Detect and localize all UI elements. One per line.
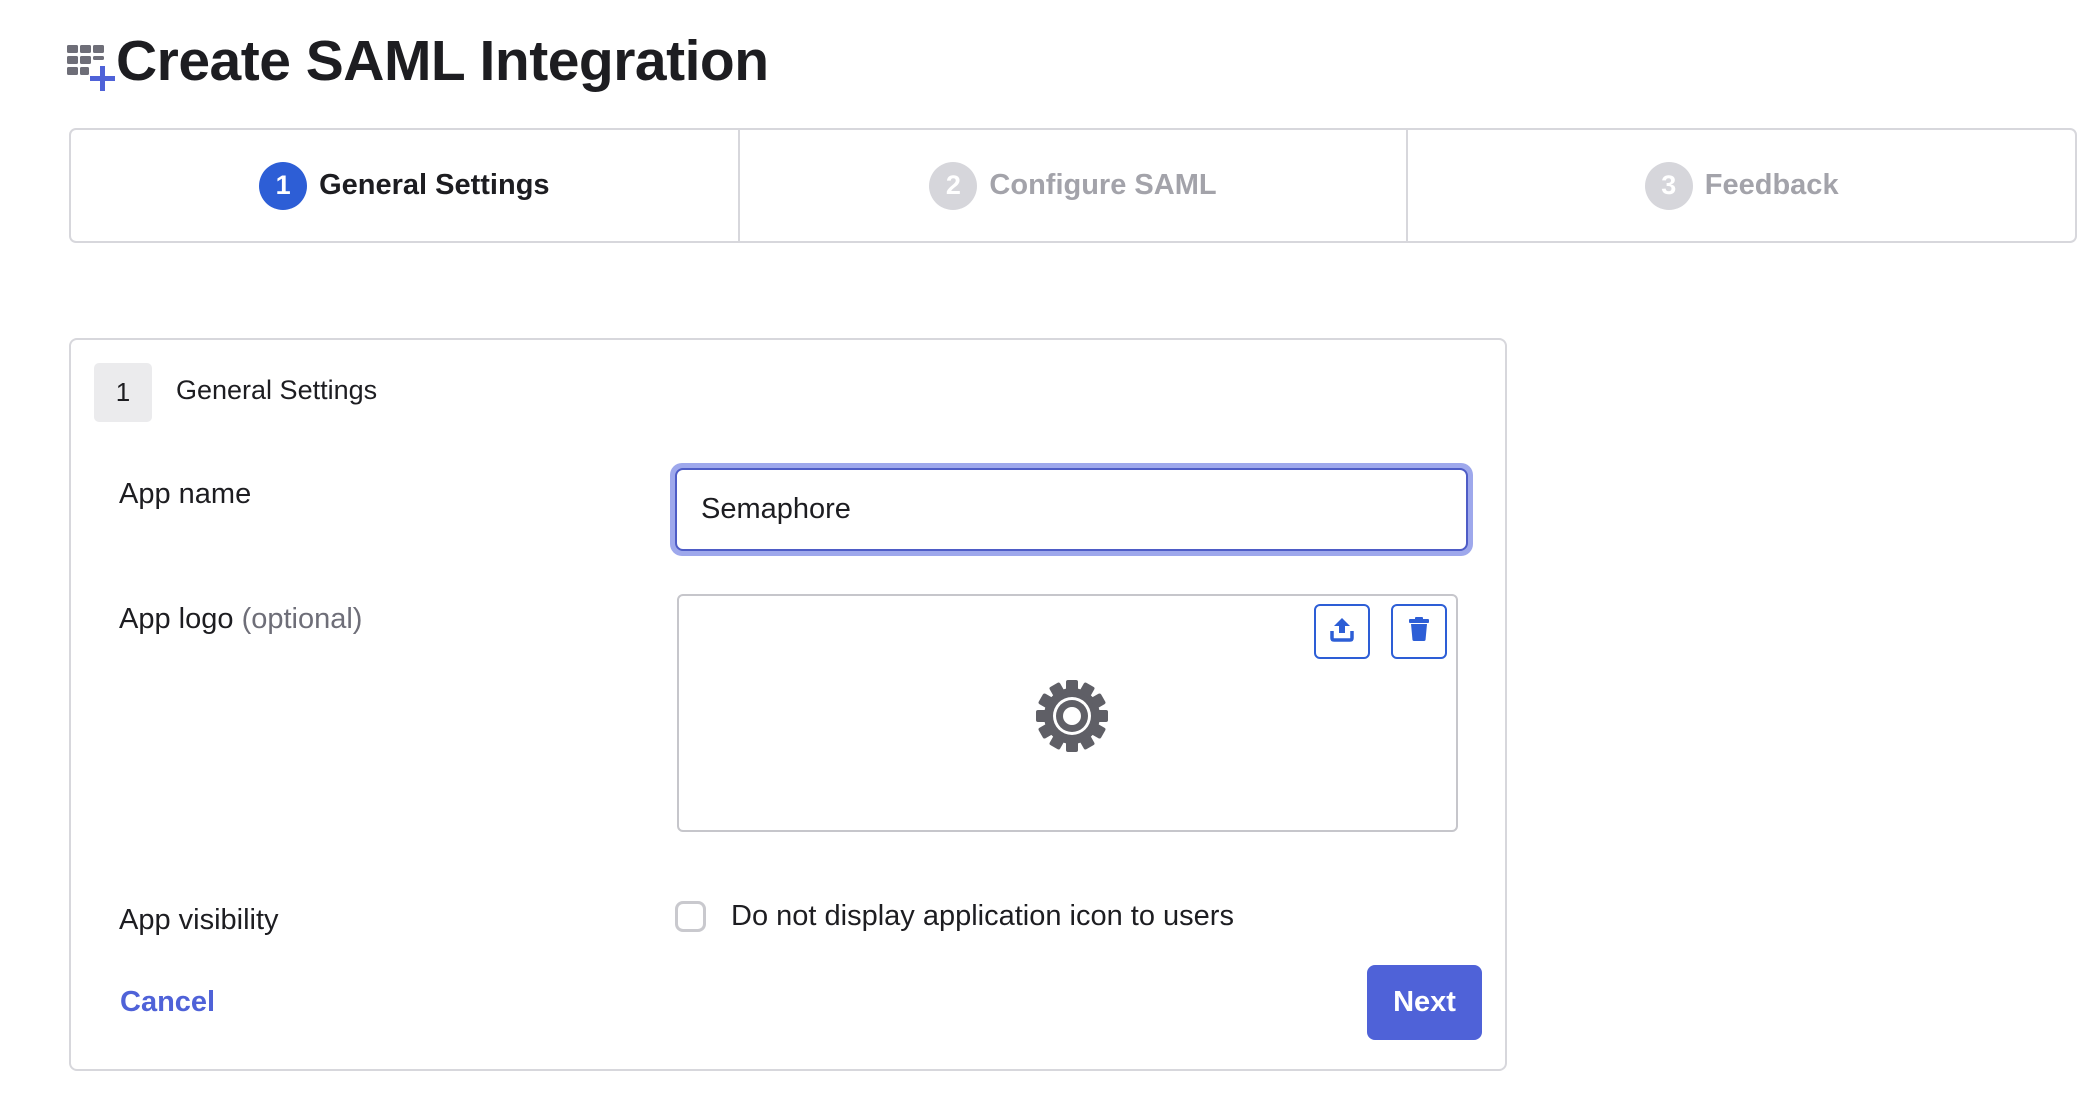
step-number-badge: 2 [929, 161, 978, 210]
step-label: Feedback [1704, 169, 1839, 201]
step-number-badge: 1 [259, 161, 308, 210]
delete-logo-button[interactable] [1391, 604, 1447, 659]
app-logo-label-text: App logo [119, 603, 234, 635]
hide-app-icon-checkbox[interactable] [675, 901, 706, 932]
app-logo-label: App logo (optional) [119, 603, 362, 636]
app-name-label: App name [119, 478, 252, 510]
app-visibility-label: App visibility [119, 904, 279, 936]
step-label: General Settings [319, 169, 550, 201]
app-name-field-focus-ring [670, 463, 1473, 556]
cancel-button[interactable]: Cancel [120, 986, 215, 1019]
step-configure-saml[interactable]: 2 Configure SAML [740, 130, 1409, 241]
optional-hint: (optional) [241, 603, 363, 635]
upload-icon [1329, 616, 1355, 647]
step-general-settings[interactable]: 1 General Settings [71, 130, 740, 241]
next-button[interactable]: Next [1367, 965, 1482, 1040]
gear-icon [1030, 674, 1114, 758]
trash-icon [1408, 616, 1430, 647]
app-name-input[interactable] [675, 468, 1468, 551]
step-number-badge: 3 [1644, 161, 1693, 210]
page-title: Create SAML Integration [116, 29, 769, 93]
upload-logo-button[interactable] [1314, 604, 1370, 659]
hide-app-icon-checkbox-label[interactable]: Do not display application icon to users [731, 900, 1234, 933]
step-label: Configure SAML [989, 169, 1217, 201]
step-feedback[interactable]: 3 Feedback [1408, 130, 2075, 241]
app-grid-add-icon [66, 44, 118, 94]
section-title: General Settings [176, 375, 378, 405]
wizard-stepper: 1 General Settings 2 Configure SAML 3 Fe… [69, 128, 2077, 243]
section-number-badge: 1 [94, 363, 152, 422]
